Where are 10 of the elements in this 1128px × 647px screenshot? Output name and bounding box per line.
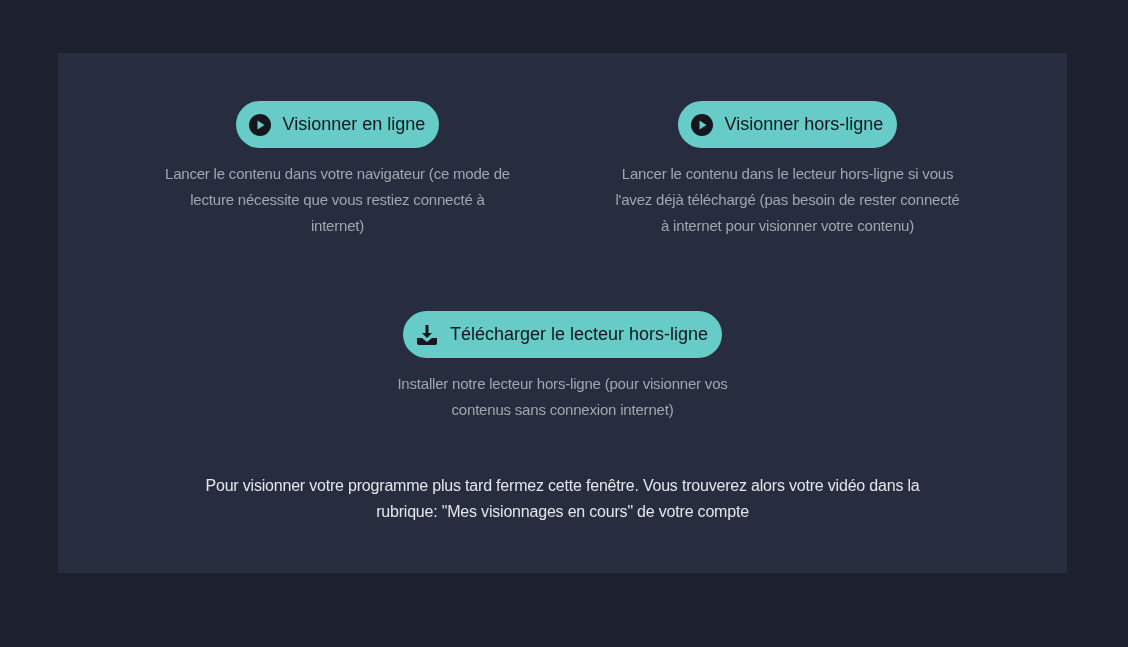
- option-description: Lancer le contenu dans votre navigateur (ce mode de lecture nécessite que vous restiez connecté à internet): [164, 164, 511, 236]
- info-note: Pour visionner votre programme plus tard fermez cette fenêtre. Vous trouverez alors votre vidéo dans la rubrique: "Mes visionnages en cours" de votre compte: [204, 476, 921, 522]
- action-button[interactable]: Télécharger le lecteur hors-ligne: [402, 311, 723, 358]
- option-description: Lancer le contenu dans le lecteur hors-ligne si vous l'avez déjà téléchargé (pas besoin de rester connecté à internet pour visionner votre contenu): [614, 164, 961, 236]
- play-icon: [248, 113, 271, 136]
- action-button[interactable]: Visionner hors-ligne: [677, 101, 898, 148]
- play-icon: [690, 113, 713, 136]
- action-button[interactable]: Visionner en ligne: [235, 101, 440, 148]
- download-icon: [415, 323, 438, 346]
- option-description: Installer notre lecteur hors-ligne (pour visionner vos contenus sans connexion internet): [396, 374, 729, 420]
